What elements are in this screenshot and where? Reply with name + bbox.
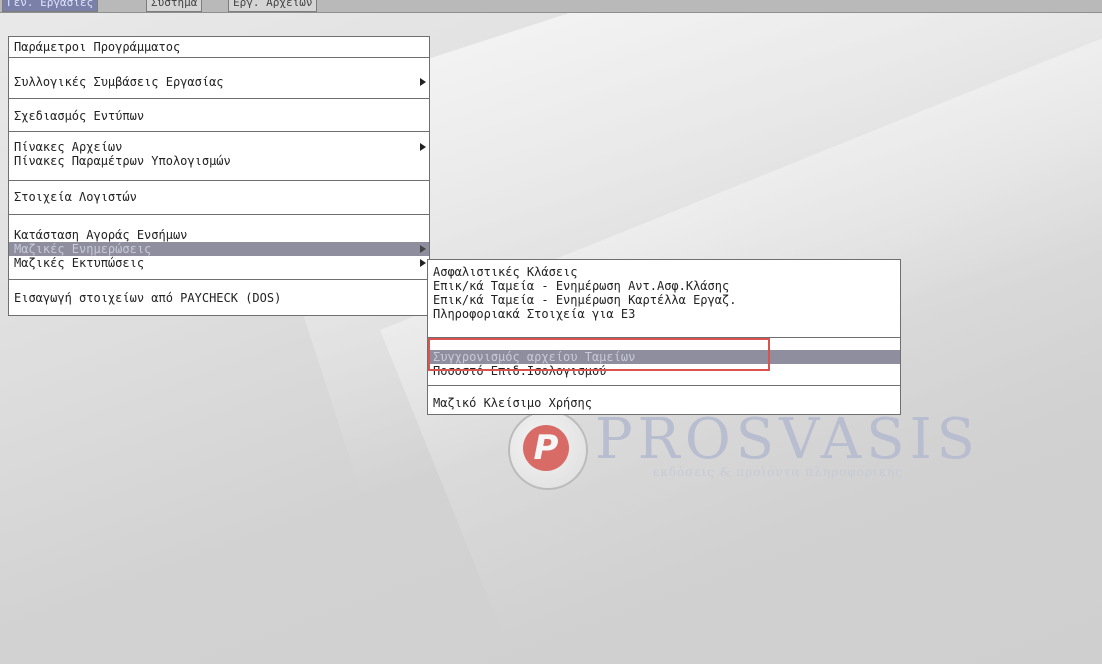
menu-tab-file-ops[interactable]: Εργ. Αρχείων xyxy=(228,0,318,12)
menu-item-label: Σχεδιασμός Εντύπων xyxy=(14,109,145,123)
menu-item-label: Μαζικές Εκτυπώσεις xyxy=(14,256,145,270)
logo-p-icon: P xyxy=(523,425,569,471)
submenu-item-insurance-classes[interactable]: Ασφαλιστικές Κλάσεις xyxy=(428,265,900,279)
menu-item-label: Πίνακες Αρχείων xyxy=(14,140,123,154)
menu-item-label: Επικ/κά Ταμεία - Ενημέρωση Αντ.Ασφ.Κλάση… xyxy=(433,279,730,293)
menu-tab-system[interactable]: Σύστημα xyxy=(146,0,203,12)
menu-item-label: Εισαγωγή στοιχείων από PAYCHECK (DOS) xyxy=(14,291,282,305)
submenu-item-e3-info[interactable]: Πληροφοριακά Στοιχεία για Ε3 xyxy=(428,307,900,321)
menu-item-label: Πληροφοριακά Στοιχεία για Ε3 xyxy=(433,307,636,321)
menu-separator xyxy=(9,279,429,280)
menu-item-label: Μαζικό Κλείσιμο Χρήσης xyxy=(433,396,592,410)
main-dropdown-menu: Παράμετροι Προγράμματος Συλλογικές Συμβά… xyxy=(8,36,430,316)
menu-item-stamp-purchase[interactable]: Κατάσταση Αγοράς Ενσήμων xyxy=(9,228,429,242)
menu-separator xyxy=(9,98,429,99)
menu-item-form-design[interactable]: Σχεδιασμός Εντύπων xyxy=(9,109,429,123)
menu-item-accountants[interactable]: Στοιχεία Λογιστών xyxy=(9,190,429,204)
submenu-arrow-icon xyxy=(420,245,426,253)
menu-tab-general[interactable]: Γεν. Εργασίες xyxy=(2,0,99,12)
menu-separator xyxy=(9,214,429,215)
annotation-highlight-box xyxy=(428,338,770,371)
menu-item-paycheck-import[interactable]: Εισαγωγή στοιχείων από PAYCHECK (DOS) xyxy=(9,291,429,305)
menu-separator xyxy=(9,131,429,132)
menu-item-label: Μαζικές Ενημερώσεις xyxy=(14,242,152,256)
logo-wordmark: PROSVASIS xyxy=(595,407,981,472)
menu-item-calculation-tables[interactable]: Πίνακες Παραμέτρων Υπολογισμών xyxy=(9,154,429,168)
menu-separator xyxy=(9,57,429,58)
submenu-item-bulk-year-close[interactable]: Μαζικό Κλείσιμο Χρήσης xyxy=(428,396,900,410)
menu-item-label: Κατάσταση Αγοράς Ενσήμων xyxy=(14,228,188,242)
logo-tagline: εκδόσεις & προϊόντα πληροφορικής xyxy=(653,465,904,479)
menu-item-label: Παράμετροι Προγράμματος xyxy=(14,40,181,54)
submenu-arrow-icon xyxy=(420,78,426,86)
submenu-item-update-employee-card[interactable]: Επικ/κά Ταμεία - Ενημέρωση Καρτέλλα Εργα… xyxy=(428,293,900,307)
menu-item-label: Στοιχεία Λογιστών xyxy=(14,190,137,204)
menu-separator xyxy=(9,180,429,181)
submenu-arrow-icon xyxy=(420,259,426,267)
menu-item-label: Συλλογικές Συμβάσεις Εργασίας xyxy=(14,75,224,89)
menu-item-collective-agreements[interactable]: Συλλογικές Συμβάσεις Εργασίας xyxy=(9,75,429,89)
submenu-item-update-class[interactable]: Επικ/κά Ταμεία - Ενημέρωση Αντ.Ασφ.Κλάση… xyxy=(428,279,900,293)
bulk-updates-submenu: Ασφαλιστικές Κλάσεις Επικ/κά Ταμεία - Εν… xyxy=(427,259,901,415)
menu-item-bulk-updates[interactable]: Μαζικές Ενημερώσεις xyxy=(9,242,429,256)
menu-item-program-parameters[interactable]: Παράμετροι Προγράμματος xyxy=(9,40,429,54)
menu-item-label: Επικ/κά Ταμεία - Ενημέρωση Καρτέλλα Εργα… xyxy=(433,293,737,307)
menu-item-bulk-prints[interactable]: Μαζικές Εκτυπώσεις xyxy=(9,256,429,270)
menu-bar: Γεν. Εργασίες Σύστημα Εργ. Αρχείων xyxy=(0,0,1102,13)
submenu-arrow-icon xyxy=(420,143,426,151)
menu-item-label: Ασφαλιστικές Κλάσεις xyxy=(433,265,578,279)
menu-separator xyxy=(428,385,900,386)
menu-item-file-tables[interactable]: Πίνακες Αρχείων xyxy=(9,140,429,154)
menu-item-label: Πίνακες Παραμέτρων Υπολογισμών xyxy=(14,154,231,168)
